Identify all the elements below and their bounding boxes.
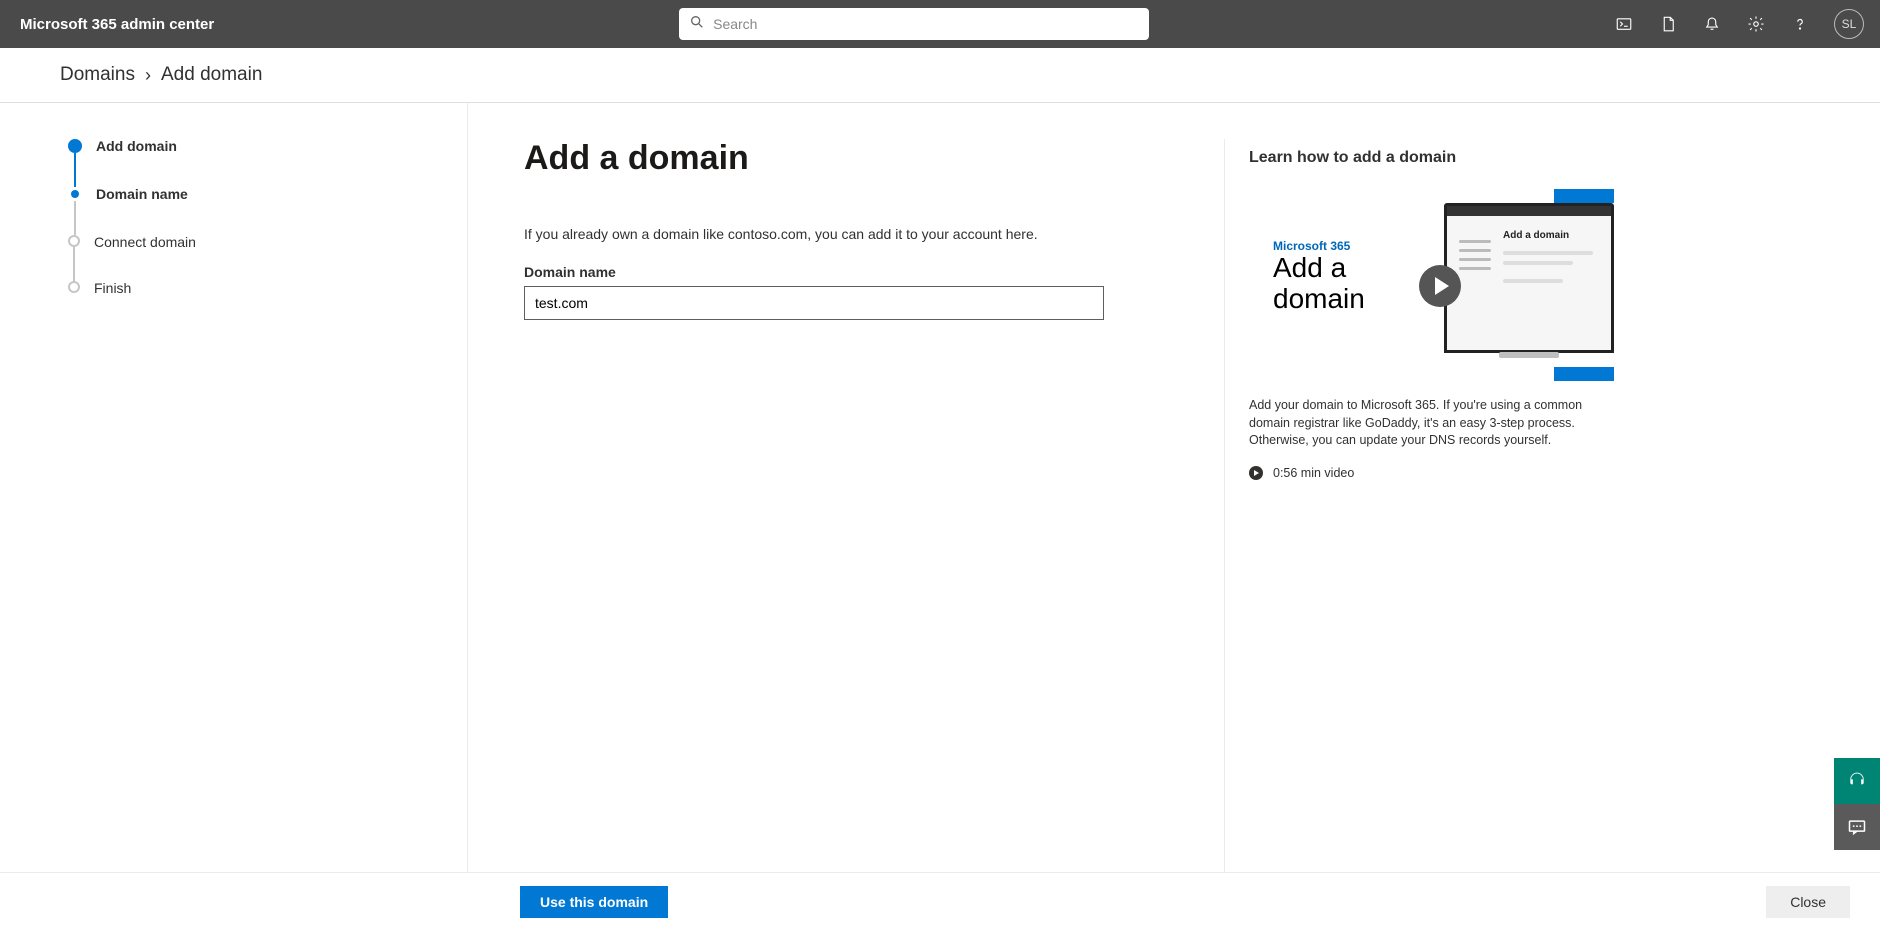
learn-description: Add your domain to Microsoft 365. If you… xyxy=(1249,397,1614,450)
feedback-icon[interactable] xyxy=(1834,804,1880,850)
steps-sidebar: Add domain Domain name Connect domain Fi… xyxy=(8,103,468,872)
step-label: Connect domain xyxy=(94,235,196,249)
monitor-illustration: Add a domain xyxy=(1444,203,1614,353)
play-small-icon xyxy=(1249,466,1263,480)
file-icon[interactable] xyxy=(1658,14,1678,34)
domain-name-input[interactable] xyxy=(524,286,1104,320)
step-label: Domain name xyxy=(96,187,188,201)
step-finish[interactable]: Finish xyxy=(68,281,467,295)
video-length-text: 0:56 min video xyxy=(1273,466,1354,480)
search-box[interactable] xyxy=(679,8,1149,40)
bell-icon[interactable] xyxy=(1702,14,1722,34)
use-this-domain-button[interactable]: Use this domain xyxy=(520,886,668,918)
video-title: Add adomain xyxy=(1273,253,1365,315)
floating-buttons xyxy=(1834,758,1880,850)
avatar[interactable]: SL xyxy=(1834,9,1864,39)
support-headset-icon[interactable] xyxy=(1834,758,1880,804)
chevron-right-icon: › xyxy=(145,65,151,86)
app-title: Microsoft 365 admin center xyxy=(20,16,214,33)
breadcrumb-current: Add domain xyxy=(161,64,262,86)
step-add-domain[interactable]: Add domain xyxy=(68,139,467,187)
video-caption: Microsoft 365 Add adomain xyxy=(1273,239,1365,315)
play-icon xyxy=(1419,265,1461,307)
step-domain-name[interactable]: Domain name xyxy=(68,187,467,235)
content-wrapper: Add domain Domain name Connect domain Fi… xyxy=(8,103,1872,872)
footer-bar: Use this domain Close xyxy=(0,872,1880,930)
step-label: Finish xyxy=(94,281,131,295)
lead-text: If you already own a domain like contoso… xyxy=(524,226,1224,242)
video-brand: Microsoft 365 xyxy=(1273,239,1365,253)
breadcrumb: Domains › Add domain xyxy=(0,48,1880,103)
video-length-link[interactable]: 0:56 min video xyxy=(1249,466,1614,480)
topbar-right: SL xyxy=(1614,9,1864,39)
top-bar: Microsoft 365 admin center SL xyxy=(0,0,1880,48)
video-thumbnail[interactable]: Microsoft 365 Add adomain Add a domain xyxy=(1249,185,1614,385)
step-connect-domain[interactable]: Connect domain xyxy=(68,235,467,281)
accent-bar-icon xyxy=(1554,189,1614,203)
domain-name-label: Domain name xyxy=(524,264,1224,280)
gear-icon[interactable] xyxy=(1746,14,1766,34)
main-panel: Add a domain If you already own a domain… xyxy=(468,103,1872,872)
step-label: Add domain xyxy=(96,139,177,153)
topbar-center xyxy=(214,8,1614,40)
search-icon xyxy=(689,14,713,35)
main-form: Add a domain If you already own a domain… xyxy=(524,139,1224,872)
accent-bar-icon xyxy=(1554,367,1614,381)
learn-card-title: Learn how to add a domain xyxy=(1249,149,1614,167)
page-title: Add a domain xyxy=(524,139,1224,178)
search-input[interactable] xyxy=(713,16,1139,32)
help-icon[interactable] xyxy=(1790,14,1810,34)
learn-card: Learn how to add a domain Microsoft 365 … xyxy=(1224,139,1614,872)
close-button[interactable]: Close xyxy=(1766,886,1850,918)
shell-icon[interactable] xyxy=(1614,14,1634,34)
breadcrumb-item-domains[interactable]: Domains xyxy=(60,64,135,86)
